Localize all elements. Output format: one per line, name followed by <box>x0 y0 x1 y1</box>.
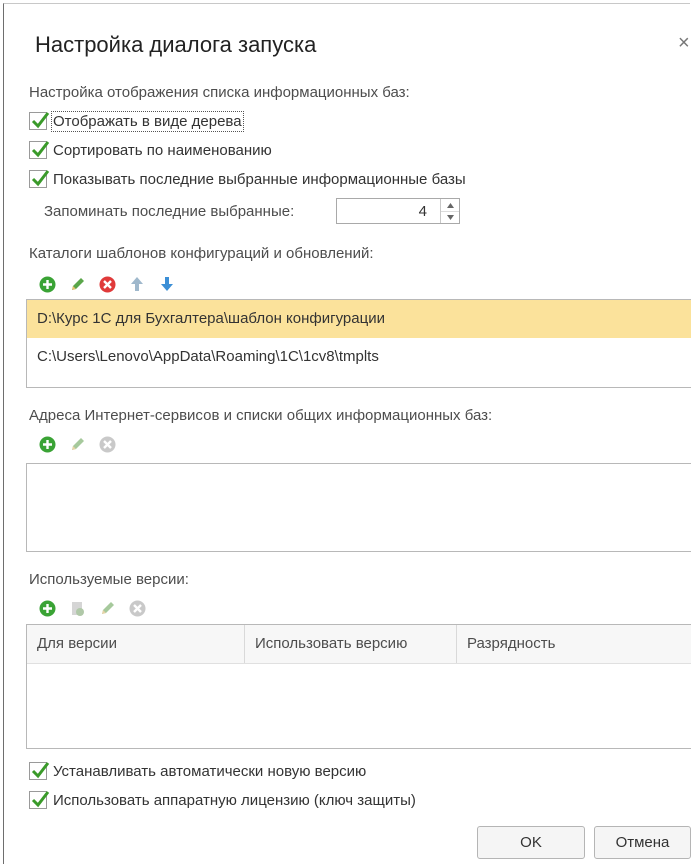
list-item[interactable]: C:\Users\Lenovo\AppData\Roaming\1C\1cv8\… <box>27 338 691 376</box>
show-recent-label: Показывать последние выбранные информаци… <box>53 170 466 188</box>
display-settings-heading: Настройка отображения списка информацион… <box>29 84 410 101</box>
launch-settings-dialog: Настройка диалога запуска × Настройка от… <box>3 3 691 864</box>
templates-heading: Каталоги шаблонов конфигураций и обновле… <box>29 245 374 262</box>
remember-recent-spinner[interactable]: 4 <box>336 198 460 224</box>
show-recent-checkbox[interactable] <box>29 170 50 188</box>
dialog-title: Настройка диалога запуска <box>35 32 317 57</box>
checkmark-icon <box>31 112 50 129</box>
spinner-down-icon[interactable] <box>441 211 459 223</box>
auto-install-checkbox-row[interactable]: Устанавливать автоматически новую версию <box>29 762 366 780</box>
auto-install-label: Устанавливать автоматически новую версию <box>53 762 367 780</box>
column-for-version[interactable]: Для версии <box>27 625 245 663</box>
table-header: Для версии Использовать версию Разряднос… <box>27 625 691 664</box>
templates-list[interactable]: D:\Курс 1С для Бухгалтера\шаблон конфигу… <box>26 299 691 388</box>
hardware-license-checkbox-row[interactable]: Использовать аппаратную лицензию (ключ з… <box>29 791 416 809</box>
move-up-icon[interactable] <box>128 275 146 293</box>
delete-icon[interactable] <box>98 435 116 453</box>
list-item[interactable]: D:\Курс 1С для Бухгалтера\шаблон конфигу… <box>27 300 691 338</box>
checkmark-icon <box>31 141 50 158</box>
auto-install-checkbox[interactable] <box>29 762 50 780</box>
hardware-license-label: Использовать аппаратную лицензию (ключ з… <box>53 791 416 809</box>
edit-icon[interactable] <box>68 275 86 293</box>
add-icon[interactable] <box>38 435 56 453</box>
checkmark-icon <box>31 791 50 808</box>
edit-icon[interactable] <box>98 599 116 617</box>
delete-icon[interactable] <box>128 599 146 617</box>
spinner-buttons <box>440 199 459 223</box>
versions-table[interactable]: Для версии Использовать версию Разряднос… <box>26 624 691 749</box>
templates-toolbar <box>38 275 188 293</box>
spinner-up-icon[interactable] <box>441 199 459 211</box>
versions-heading: Используемые версии: <box>29 571 189 588</box>
copy-icon[interactable] <box>68 599 86 617</box>
add-icon[interactable] <box>38 275 56 293</box>
internet-services-toolbar <box>38 435 128 453</box>
hardware-license-checkbox[interactable] <box>29 791 50 809</box>
sort-by-name-checkbox[interactable] <box>29 141 50 159</box>
remember-recent-label: Запоминать последние выбранные: <box>44 203 295 220</box>
checkmark-icon <box>31 762 50 779</box>
edit-icon[interactable] <box>68 435 86 453</box>
cancel-button[interactable]: Отмена <box>594 826 691 859</box>
remember-recent-value[interactable]: 4 <box>419 203 427 220</box>
sort-by-name-checkbox-row[interactable]: Сортировать по наименованию <box>29 141 272 159</box>
tree-view-checkbox-row[interactable]: Отображать в виде дерева <box>29 110 244 132</box>
move-down-icon[interactable] <box>158 275 176 293</box>
internet-services-list[interactable] <box>26 463 691 552</box>
sort-by-name-label: Сортировать по наименованию <box>53 141 272 159</box>
close-icon[interactable]: × <box>678 32 690 54</box>
show-recent-checkbox-row[interactable]: Показывать последние выбранные информаци… <box>29 170 466 188</box>
versions-toolbar <box>38 599 158 617</box>
checkmark-icon <box>31 170 50 187</box>
tree-view-label: Отображать в виде дерева <box>51 110 244 132</box>
add-icon[interactable] <box>38 599 56 617</box>
tree-view-checkbox[interactable] <box>29 112 50 130</box>
column-use-version[interactable]: Использовать версию <box>245 625 457 663</box>
ok-button[interactable]: OK <box>477 826 585 859</box>
column-bitness[interactable]: Разрядность <box>457 625 691 663</box>
internet-services-heading: Адреса Интернет-сервисов и списки общих … <box>29 407 493 424</box>
delete-icon[interactable] <box>98 275 116 293</box>
